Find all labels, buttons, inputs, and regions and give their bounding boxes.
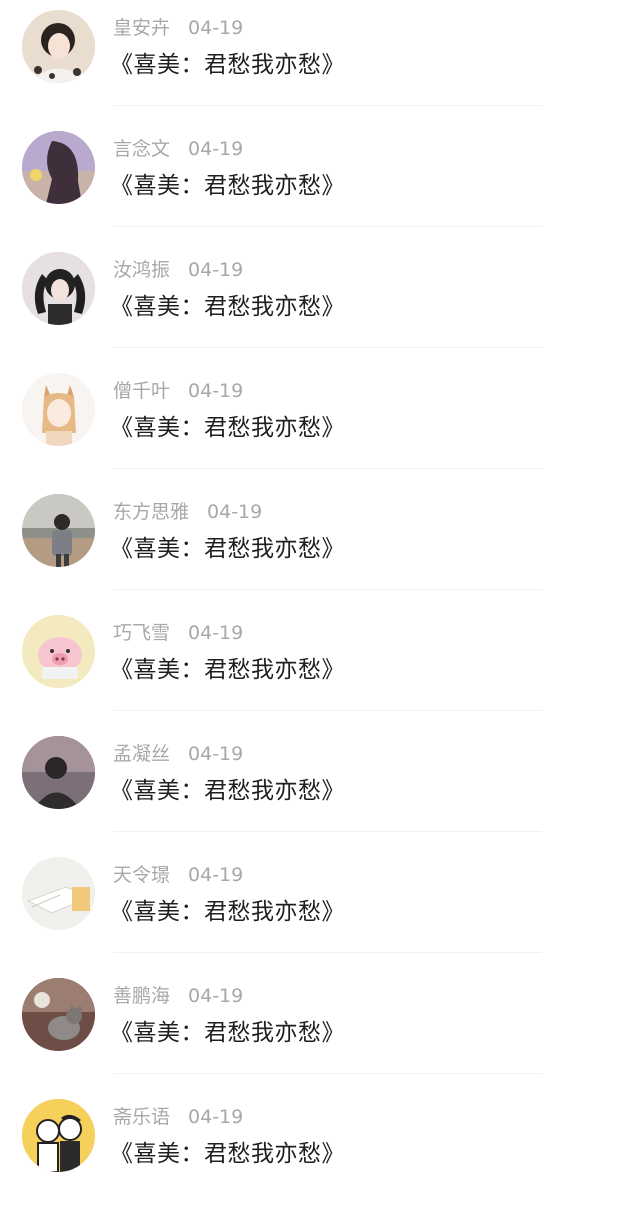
- divider: [113, 226, 542, 227]
- girl-portrait-avatar[interactable]: [22, 10, 95, 83]
- comment-text: 《喜美：君愁我亦愁》: [110, 657, 345, 683]
- divider: [113, 831, 542, 832]
- username[interactable]: 皇安卉: [113, 17, 170, 39]
- username[interactable]: 汝鸿振: [113, 259, 170, 281]
- comment-item[interactable]: 东方思雅 04-19 《喜美：君愁我亦愁》: [0, 484, 640, 605]
- long-hair-girl-avatar[interactable]: [22, 131, 95, 204]
- desk-notebook-avatar[interactable]: [22, 857, 95, 930]
- divider: [113, 589, 542, 590]
- username[interactable]: 言念文: [113, 138, 170, 160]
- username[interactable]: 东方思雅: [113, 501, 189, 523]
- comment-meta: 东方思雅 04-19: [113, 500, 262, 524]
- comment-item[interactable]: 汝鸿振 04-19 《喜美：君愁我亦愁》: [0, 242, 640, 363]
- comment-date: 04-19: [188, 622, 244, 644]
- username[interactable]: 天令璟: [113, 864, 170, 886]
- username[interactable]: 巧飞雪: [113, 622, 170, 644]
- comment-meta: 巧飞雪 04-19: [113, 621, 243, 645]
- comment-item[interactable]: 天令璟 04-19 《喜美：君愁我亦愁》: [0, 847, 640, 968]
- divider: [113, 952, 542, 953]
- comment-meta: 汝鸿振 04-19: [113, 258, 243, 282]
- comment-item[interactable]: 皇安卉 04-19 《喜美：君愁我亦愁》: [0, 0, 640, 121]
- comment-text: 《喜美：君愁我亦愁》: [110, 1141, 345, 1167]
- comment-meta: 言念文 04-19: [113, 137, 243, 161]
- divider: [113, 710, 542, 711]
- comment-meta: 天令璟 04-19: [113, 863, 243, 887]
- comment-meta: 孟凝丝 04-19: [113, 742, 243, 766]
- comment-date: 04-19: [188, 380, 244, 402]
- username[interactable]: 僧千叶: [113, 380, 170, 402]
- comment-text: 《喜美：君愁我亦愁》: [110, 899, 345, 925]
- silhouette-avatar[interactable]: [22, 736, 95, 809]
- comment-date: 04-19: [207, 501, 263, 523]
- twin-tail-girl-avatar[interactable]: [22, 252, 95, 325]
- comment-text: 《喜美：君愁我亦愁》: [110, 536, 345, 562]
- comment-meta: 皇安卉 04-19: [113, 16, 243, 40]
- beach-man-avatar[interactable]: [22, 494, 95, 567]
- comment-date: 04-19: [188, 138, 244, 160]
- comment-item[interactable]: 斋乐语 04-19 《喜美：君愁我亦愁》: [0, 1089, 640, 1210]
- username[interactable]: 孟凝丝: [113, 743, 170, 765]
- username[interactable]: 斋乐语: [113, 1106, 170, 1128]
- cartoon-couple-avatar[interactable]: [22, 1099, 95, 1172]
- comment-date: 04-19: [188, 259, 244, 281]
- comment-item[interactable]: 巧飞雪 04-19 《喜美：君愁我亦愁》: [0, 605, 640, 726]
- comment-list: 皇安卉 04-19 《喜美：君愁我亦愁》 言念文 04-19 《喜美：君愁我亦愁》 汝鸿振 0…: [0, 0, 640, 1187]
- divider: [113, 1073, 542, 1074]
- comment-text: 《喜美：君愁我亦愁》: [110, 1020, 345, 1046]
- comment-date: 04-19: [188, 864, 244, 886]
- divider: [113, 347, 542, 348]
- cartoon-pig-avatar[interactable]: [22, 615, 95, 688]
- comment-meta: 斋乐语 04-19: [113, 1105, 243, 1129]
- cat-photo-avatar[interactable]: [22, 978, 95, 1051]
- username[interactable]: 善鹏海: [113, 985, 170, 1007]
- divider: [113, 105, 542, 106]
- comment-date: 04-19: [188, 985, 244, 1007]
- comment-text: 《喜美：君愁我亦愁》: [110, 778, 345, 804]
- comment-text: 《喜美：君愁我亦愁》: [110, 173, 345, 199]
- comment-meta: 善鹏海 04-19: [113, 984, 243, 1008]
- comment-text: 《喜美：君愁我亦愁》: [110, 294, 345, 320]
- anime-cat-girl-avatar[interactable]: [22, 373, 95, 446]
- comment-text: 《喜美：君愁我亦愁》: [110, 415, 345, 441]
- divider: [113, 468, 542, 469]
- comment-meta: 僧千叶 04-19: [113, 379, 243, 403]
- comment-item[interactable]: 善鹏海 04-19 《喜美：君愁我亦愁》: [0, 968, 640, 1089]
- comment-date: 04-19: [188, 743, 244, 765]
- comment-item[interactable]: 孟凝丝 04-19 《喜美：君愁我亦愁》: [0, 726, 640, 847]
- comment-text: 《喜美：君愁我亦愁》: [110, 52, 345, 78]
- comment-date: 04-19: [188, 1106, 244, 1128]
- comment-item[interactable]: 言念文 04-19 《喜美：君愁我亦愁》: [0, 121, 640, 242]
- comment-item[interactable]: 僧千叶 04-19 《喜美：君愁我亦愁》: [0, 363, 640, 484]
- comment-date: 04-19: [188, 17, 244, 39]
